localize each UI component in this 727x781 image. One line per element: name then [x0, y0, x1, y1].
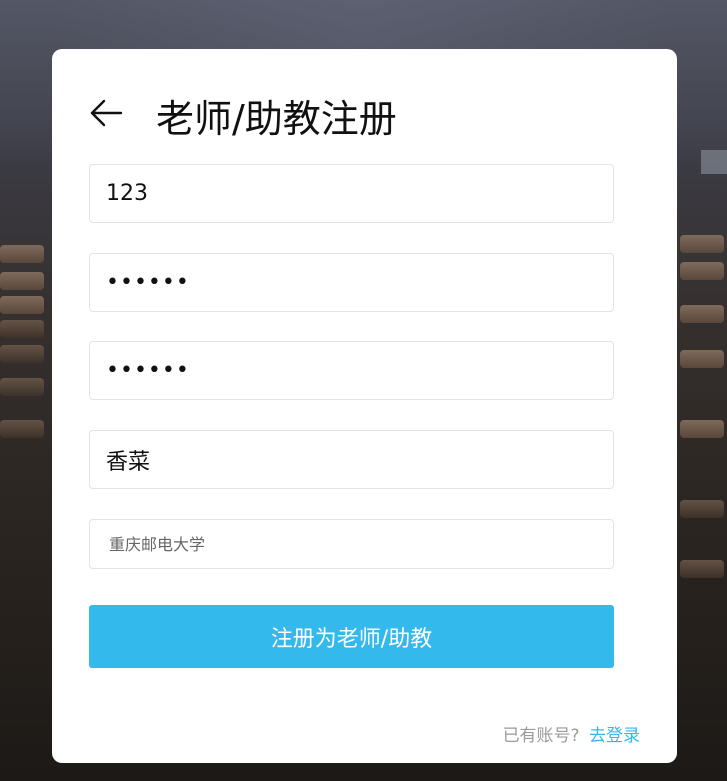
password-input[interactable]: [90, 254, 613, 311]
school-input[interactable]: [90, 520, 613, 568]
background-seat: [0, 296, 44, 314]
background-window: [701, 150, 727, 174]
card-header: 老师/助教注册: [89, 93, 397, 141]
background-seat: [680, 350, 724, 368]
background-seat: [0, 245, 44, 263]
confirm-password-field: [89, 341, 614, 400]
background-seat: [0, 345, 44, 363]
login-link[interactable]: 去登录: [589, 726, 640, 746]
background-seat: [680, 262, 724, 280]
name-field: [89, 430, 614, 489]
arrow-left-icon: [89, 98, 123, 132]
background-seat: [680, 500, 724, 518]
background-seat: [0, 420, 44, 438]
name-input[interactable]: [90, 431, 613, 488]
background-seat: [680, 305, 724, 323]
confirm-password-input[interactable]: [90, 342, 613, 399]
back-button[interactable]: [89, 96, 127, 134]
background-seat: [0, 320, 44, 338]
register-card: 老师/助教注册 注册为老师/助教 已有账号? 去登录: [52, 49, 677, 763]
username-field: [89, 164, 614, 223]
username-input[interactable]: [90, 165, 613, 222]
background-seat: [680, 235, 724, 253]
background-seat: [0, 378, 44, 396]
login-hint: 已有账号?: [502, 726, 580, 746]
page-title: 老师/助教注册: [156, 96, 397, 141]
background-seat: [680, 420, 724, 438]
background-seat: [680, 560, 724, 578]
background-seat: [0, 272, 44, 290]
password-field: [89, 253, 614, 312]
login-prompt: 已有账号? 去登录: [503, 721, 640, 746]
register-button[interactable]: 注册为老师/助教: [89, 605, 614, 668]
school-field: [89, 519, 614, 569]
